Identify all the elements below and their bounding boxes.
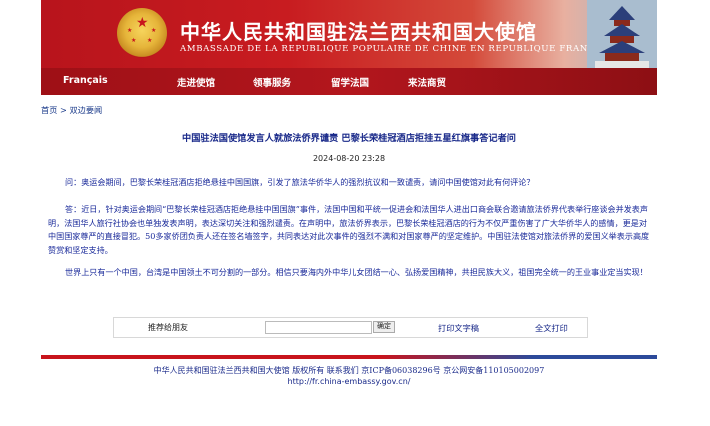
article-closing: 世界上只有一个中国，台湾是中国领土不可分割的一部分。相信只要海内外中华儿女团结一…	[65, 267, 648, 277]
nav-item-consular[interactable]: 领事服务	[253, 75, 291, 89]
header-banner: ★ ★ ★ ★ ★ 中华人民共和国驻法兰西共和国大使馆 AMBASSADE DE…	[41, 0, 657, 68]
print-full-link[interactable]: 全文打印	[535, 322, 568, 334]
site-subtitle: AMBASSADE DE LA REPUBLIQUE POPULAIRE DE …	[180, 44, 620, 54]
nav-item-business[interactable]: 来法商贸	[408, 75, 446, 89]
temple-of-heaven-icon	[587, 0, 657, 68]
site-title: 中华人民共和国驻法兰西共和国大使馆	[180, 20, 537, 44]
nav-item-study[interactable]: 留学法国	[331, 75, 369, 89]
share-email-input[interactable]	[265, 321, 372, 334]
breadcrumb-current-link[interactable]: 双边要闻	[69, 105, 102, 115]
page-header: ★ ★ ★ ★ ★ 中华人民共和国驻法兰西共和国大使馆 AMBASSADE DE…	[41, 0, 657, 95]
article-title: 中国驻法国使馆发言人就旅法侨界谴责 巴黎长荣桂冠酒店拒挂五星红旗事答记者问	[182, 133, 516, 144]
share-toolbar: 推荐给朋友 确定 打印文字稿 全文打印	[113, 317, 588, 338]
article-question: 问：奥运会期间，巴黎长荣桂冠酒店拒绝悬挂中国国旗，引发了旅法华侨华人的强烈抗议和…	[65, 177, 535, 187]
breadcrumb: 首页 > 双边要闻	[41, 104, 102, 116]
article-date: 2024-08-20 23:28	[312, 154, 386, 163]
breadcrumb-home-link[interactable]: 首页	[41, 105, 57, 115]
share-label: 推荐给朋友	[148, 323, 188, 332]
nav-item-about-embassy[interactable]: 走进使馆	[177, 75, 215, 89]
share-submit-button[interactable]: 确定	[373, 321, 395, 333]
national-emblem-icon: ★ ★ ★ ★ ★	[117, 8, 167, 58]
footer-copyright: 中华人民共和国驻法兰西共和国大使馆 版权所有 联系我们 京ICP备0603829…	[153, 366, 545, 375]
article-answer: 答：近日，针对奥运会期间“巴黎长荣桂冠酒店拒绝悬挂中国国旗”事件，法国中国和平统…	[48, 204, 650, 255]
nav-item-francais[interactable]: Français	[63, 75, 108, 86]
print-text-link[interactable]: 打印文字稿	[438, 322, 479, 334]
breadcrumb-separator: >	[57, 105, 70, 115]
main-nav: Français 走进使馆 领事服务 留学法国 来法商贸	[41, 68, 657, 95]
footer-divider	[41, 355, 657, 359]
footer-url-link[interactable]: http://fr.china-embassy.gov.cn/	[41, 377, 657, 386]
